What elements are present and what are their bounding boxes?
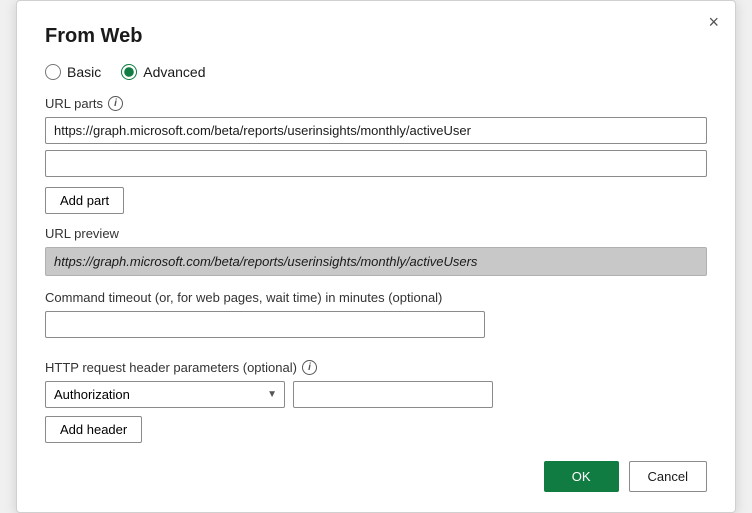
dialog-title: From Web — [45, 25, 707, 48]
http-header-label: HTTP request header parameters (optional… — [45, 360, 707, 375]
timeout-label: Command timeout (or, for web pages, wait… — [45, 290, 707, 305]
basic-radio-label: Basic — [67, 64, 101, 80]
add-header-button[interactable]: Add header — [45, 416, 142, 443]
timeout-input[interactable] — [45, 311, 485, 338]
http-header-info-icon[interactable]: i — [302, 360, 317, 375]
header-select-wrapper: Authorization Content-Type Accept Custom… — [45, 381, 285, 408]
url-preview-box: https://graph.microsoft.com/beta/reports… — [45, 247, 707, 276]
advanced-radio-option[interactable]: Advanced — [121, 64, 205, 80]
url-parts-info-icon[interactable]: i — [108, 96, 123, 111]
basic-radio[interactable] — [45, 64, 61, 80]
url-parts-input-2[interactable] — [45, 150, 707, 177]
advanced-radio-label: Advanced — [143, 64, 205, 80]
url-preview-section: URL preview https://graph.microsoft.com/… — [45, 226, 707, 276]
http-header-section: HTTP request header parameters (optional… — [45, 360, 707, 443]
url-parts-label: URL parts i — [45, 96, 707, 111]
mode-radio-group: Basic Advanced — [45, 64, 707, 80]
basic-radio-option[interactable]: Basic — [45, 64, 101, 80]
url-preview-label: URL preview — [45, 226, 707, 241]
url-parts-input-1[interactable] — [45, 117, 707, 144]
header-row: Authorization Content-Type Accept Custom… — [45, 381, 707, 408]
ok-button[interactable]: OK — [544, 461, 619, 492]
advanced-radio[interactable] — [121, 64, 137, 80]
from-web-dialog: × From Web Basic Advanced URL parts i Ad… — [16, 0, 736, 513]
close-button[interactable]: × — [708, 13, 719, 31]
header-select[interactable]: Authorization Content-Type Accept Custom — [45, 381, 285, 408]
dialog-footer: OK Cancel — [45, 461, 707, 492]
cancel-button[interactable]: Cancel — [629, 461, 707, 492]
url-parts-section: URL parts i Add part — [45, 96, 707, 214]
add-part-button[interactable]: Add part — [45, 187, 124, 214]
timeout-section: Command timeout (or, for web pages, wait… — [45, 290, 707, 344]
header-value-input[interactable] — [293, 381, 493, 408]
